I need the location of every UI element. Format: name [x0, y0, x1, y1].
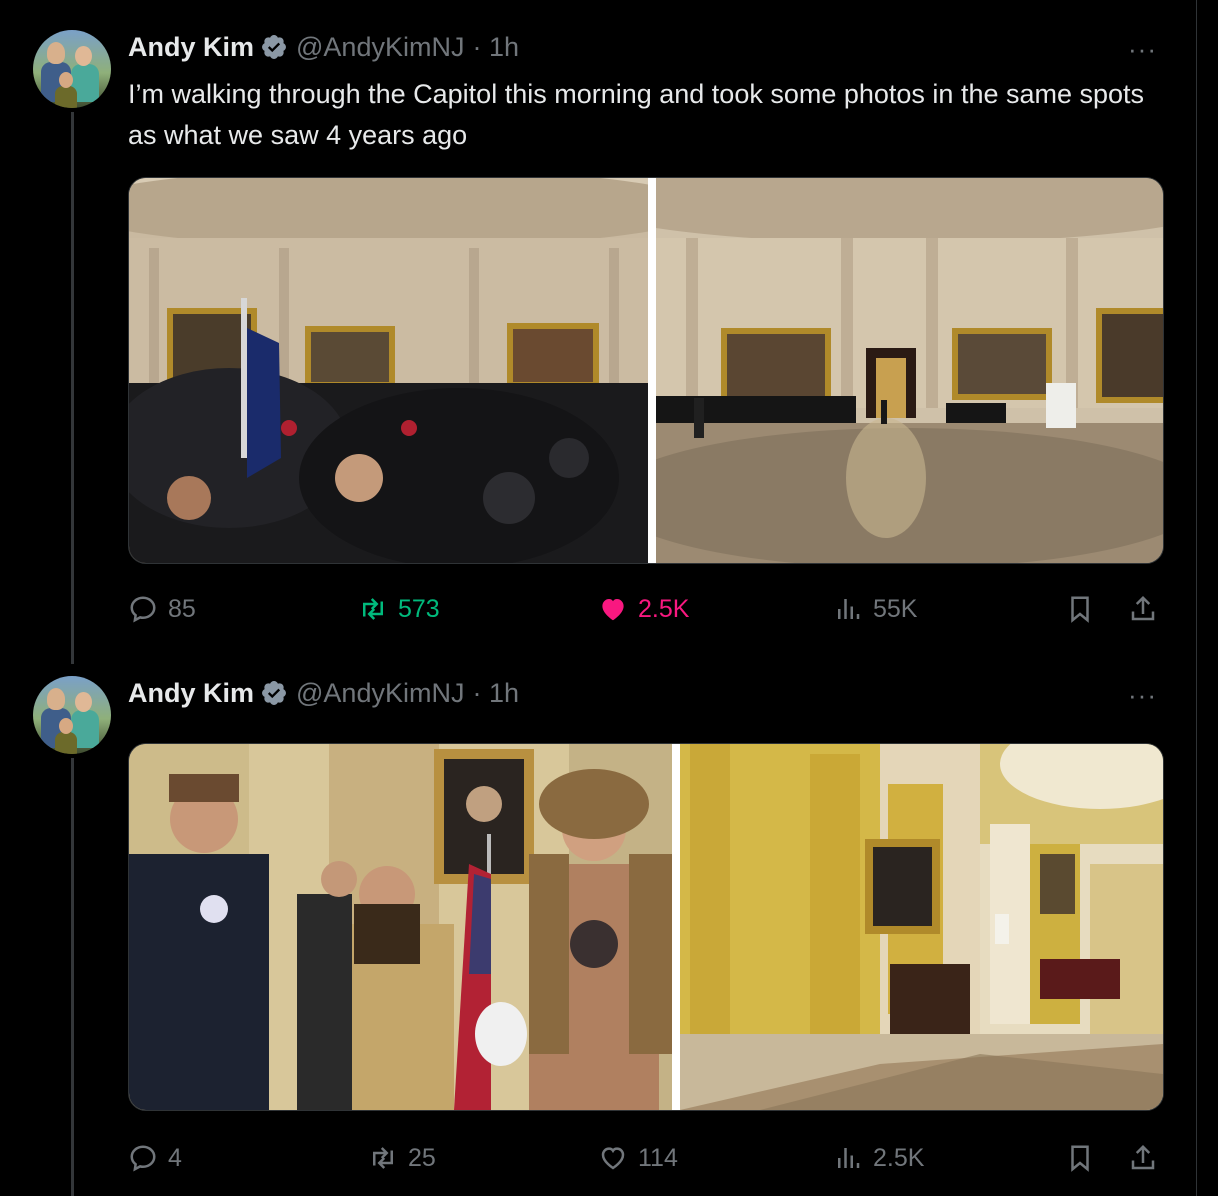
share-icon	[1131, 1144, 1155, 1170]
crowd-in-rotunda-photo[interactable]	[129, 178, 648, 563]
rioters-in-hallway-photo[interactable]	[129, 744, 672, 1110]
like-count: 2.5K	[638, 594, 690, 623]
bookmark-icon	[1071, 596, 1089, 623]
avatar[interactable]	[33, 30, 111, 108]
author-name[interactable]: Andy Kim	[128, 678, 254, 709]
more-options-icon[interactable]: ···	[1128, 680, 1157, 711]
bookmark-button[interactable]	[1065, 1138, 1105, 1178]
author-name[interactable]: Andy Kim	[128, 32, 254, 63]
timestamp[interactable]: · 1h	[472, 678, 519, 709]
reply-button[interactable]: 85	[128, 589, 196, 629]
avatar[interactable]	[33, 676, 111, 754]
verified-badge-icon[interactable]	[260, 679, 288, 707]
author-handle[interactable]: @AndyKimNJ	[296, 678, 464, 709]
heart-filled-icon	[602, 599, 624, 621]
tweet-media[interactable]	[128, 743, 1164, 1111]
reply-count: 85	[168, 594, 196, 623]
column-divider	[1196, 0, 1197, 1196]
reply-icon	[130, 596, 156, 623]
view-count: 2.5K	[873, 1143, 925, 1172]
heart-outline-icon	[601, 1147, 625, 1170]
share-button[interactable]	[1128, 589, 1168, 629]
bookmark-button[interactable]	[1065, 589, 1105, 629]
share-icon	[1131, 595, 1155, 621]
like-count: 114	[638, 1143, 678, 1172]
like-button[interactable]: 2.5K	[598, 589, 689, 629]
reply-count: 4	[168, 1143, 182, 1172]
verified-badge-icon[interactable]	[260, 33, 288, 61]
tweet-header: Andy Kim @AndyKimNJ · 1h	[128, 676, 519, 710]
analytics-icon	[838, 599, 860, 619]
share-button[interactable]	[1128, 1138, 1168, 1178]
thread-line	[71, 112, 74, 664]
view-count: 55K	[873, 594, 918, 623]
analytics-icon	[838, 1148, 860, 1168]
thread-line	[71, 758, 74, 1196]
reply-button[interactable]: 4	[128, 1138, 182, 1178]
views-button[interactable]: 2.5K	[833, 1138, 924, 1178]
tweet-text: I’m walking through the Capitol this mor…	[128, 79, 1145, 150]
timestamp[interactable]: · 1h	[472, 32, 519, 63]
more-options-icon[interactable]: ···	[1128, 34, 1157, 65]
reply-icon	[130, 1145, 156, 1172]
repost-icon	[363, 598, 383, 620]
empty-hallway-photo[interactable]	[680, 744, 1163, 1110]
media-separator	[648, 178, 656, 563]
bookmark-icon	[1071, 1145, 1089, 1172]
empty-rotunda-photo[interactable]	[656, 178, 1163, 563]
views-button[interactable]: 55K	[833, 589, 917, 629]
repost-icon	[373, 1147, 393, 1169]
tweet-actions: 85 573 2.5K 55K	[128, 589, 1162, 629]
author-handle[interactable]: @AndyKimNJ	[296, 32, 464, 63]
tweet-header: Andy Kim @AndyKimNJ · 1h	[128, 30, 519, 64]
tweet-actions: 4 25 114 2.5K	[128, 1138, 1162, 1178]
repost-count: 573	[398, 594, 440, 623]
like-button[interactable]: 114	[598, 1138, 678, 1178]
tweet-media[interactable]	[128, 177, 1164, 564]
repost-button[interactable]: 25	[368, 1138, 436, 1178]
media-separator	[672, 744, 680, 1110]
repost-button[interactable]: 573	[358, 589, 440, 629]
repost-count: 25	[408, 1143, 436, 1172]
